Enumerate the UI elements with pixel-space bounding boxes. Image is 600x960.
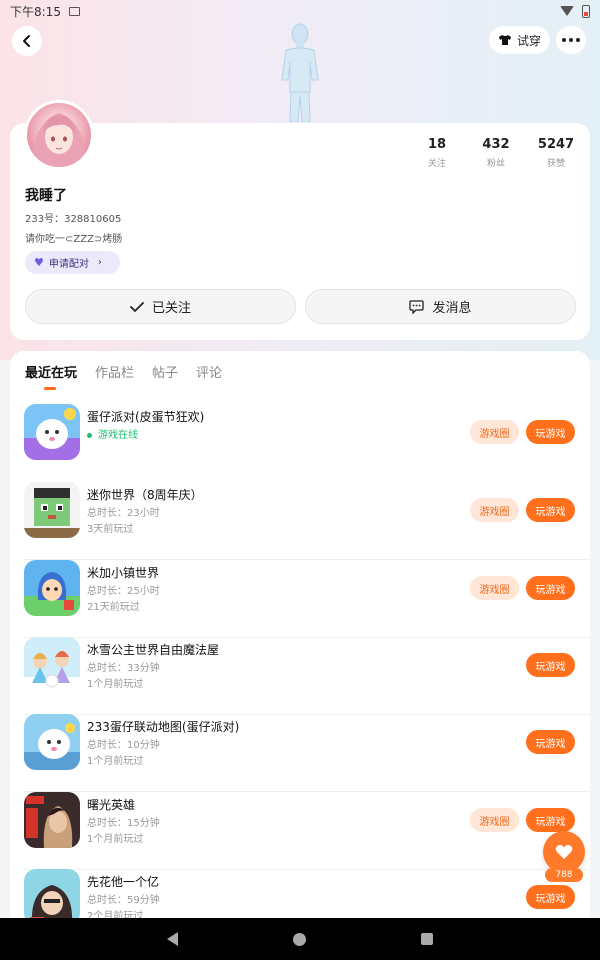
try-on-button[interactable]: 试穿 [489, 26, 550, 54]
stat-followers-value: 432 [482, 137, 510, 152]
tab-posts[interactable]: 帖子 [152, 362, 178, 381]
user-bio: 请你吃一⊂ZZZ⊃烤肠 [25, 234, 123, 245]
game-online-status: 游戏在线 [87, 426, 138, 441]
nav-recents-icon[interactable] [420, 933, 433, 945]
game-title: 蛋仔派对(皮蛋节狂欢) [87, 410, 205, 424]
status-bar: 下午8:15 [0, 0, 600, 22]
game-playtime: 总时长：59分钟 [87, 895, 160, 906]
game-row[interactable]: 曙光英雄 总时长：15分钟 1个月前玩过 游戏圈 玩游戏 [10, 792, 590, 870]
game-circle-button[interactable]: 游戏圈 [470, 808, 519, 832]
battery-icon [582, 4, 590, 18]
game-row[interactable]: 233蛋仔联动地图(蛋仔派对) 总时长：10分钟 1个月前玩过 玩游戏 [10, 714, 590, 792]
stat-following-label: 关注 [427, 159, 446, 169]
user-avatar[interactable] [24, 100, 94, 170]
play-game-button[interactable]: 玩游戏 [526, 420, 575, 444]
avatar-figure-image [281, 23, 319, 122]
more-options-button[interactable] [556, 26, 586, 54]
pair-request-chip[interactable]: ♥ 申请配对 › [25, 251, 120, 274]
game-row[interactable]: 米加小镇世界 总时长：25小时 21天前玩过 游戏圈 玩游戏 [10, 560, 590, 638]
wifi-icon [560, 6, 574, 16]
play-game-button[interactable]: 玩游戏 [526, 576, 575, 600]
more-dot [576, 38, 580, 42]
game-title: 冰雪公主世界自由魔法屋 [87, 643, 220, 657]
game-circle-button[interactable]: 游戏圈 [470, 498, 519, 522]
game-icon-mini-world [24, 482, 80, 538]
game-icon-miga-town [24, 560, 80, 616]
game-title: 233蛋仔联动地图(蛋仔派对) [87, 720, 240, 734]
pair-request-label: 申请配对 [48, 259, 89, 270]
following-button[interactable]: 已关注 [25, 289, 296, 324]
more-dot [569, 38, 573, 42]
nav-home-icon[interactable] [292, 932, 306, 946]
play-game-button[interactable]: 玩游戏 [526, 808, 575, 832]
game-title: 米加小镇世界 [87, 566, 160, 580]
like-float-button[interactable] [543, 831, 585, 873]
game-icon-dawn-heroes [24, 792, 80, 848]
content-tabs: 最近在玩 作品栏 帖子 评论 [25, 362, 222, 381]
send-message-label: 发消息 [432, 301, 472, 316]
tab-comments[interactable]: 评论 [196, 362, 222, 381]
game-row[interactable]: 冰雪公主世界自由魔法屋 总时长：33分钟 1个月前玩过 玩游戏 [10, 637, 590, 715]
stat-likes[interactable]: 5247 获赞 [526, 137, 586, 169]
avatar-image [32, 113, 86, 167]
game-playtime: 总时长：15分钟 [87, 818, 160, 829]
status-time: 下午8:15 [10, 4, 61, 19]
game-title: 曙光英雄 [87, 798, 136, 812]
user-nickname: 我睡了 [25, 188, 67, 204]
game-last-played: 1个月前玩过 [87, 834, 144, 845]
game-circle-button[interactable]: 游戏圈 [470, 576, 519, 600]
game-last-played: 21天前玩过 [87, 602, 140, 613]
play-game-button[interactable]: 玩游戏 [526, 653, 575, 677]
nav-back-icon[interactable] [167, 932, 179, 946]
active-tab-indicator [44, 387, 56, 390]
game-icon-ice-princess [24, 637, 80, 693]
game-circle-button[interactable]: 游戏圈 [470, 420, 519, 444]
chat-bubble-icon [409, 299, 425, 314]
game-playtime: 总时长：25小时 [87, 586, 160, 597]
chevron-right-icon: › [97, 257, 102, 268]
heart-icon [555, 845, 573, 859]
stat-likes-value: 5247 [537, 137, 575, 152]
more-dot [562, 38, 566, 42]
stat-followers[interactable]: 432 粉丝 [466, 137, 526, 169]
game-row[interactable]: 迷你世界（8周年庆） 总时长：23小时 3天前玩过 游戏圈 玩游戏 [10, 482, 590, 560]
play-game-button[interactable]: 玩游戏 [526, 885, 575, 909]
game-last-played: 3天前玩过 [87, 524, 134, 535]
try-on-label: 试穿 [516, 33, 541, 48]
play-game-button[interactable]: 玩游戏 [526, 730, 575, 754]
shirt-icon [498, 35, 511, 45]
game-playtime: 总时长：33分钟 [87, 663, 160, 674]
tab-recent-games[interactable]: 最近在玩 [25, 362, 77, 381]
user-id: 233号：328810605 [25, 214, 122, 225]
image-notification-icon [68, 6, 80, 16]
like-count-badge: 788 [545, 868, 583, 882]
stat-followers-label: 粉丝 [486, 159, 505, 169]
back-button[interactable] [12, 26, 42, 56]
game-title: 迷你世界（8周年庆） [87, 488, 203, 502]
game-icon-eggy-collab [24, 714, 80, 770]
chevron-left-icon [23, 35, 30, 47]
checkmark-icon [130, 301, 144, 312]
game-icon-spend-a-billion [24, 869, 80, 925]
heart-icon: ♥ [34, 256, 44, 269]
stat-likes-label: 获赞 [546, 159, 565, 169]
system-nav-bar [0, 918, 600, 960]
following-label: 已关注 [151, 301, 191, 316]
game-playtime: 总时长：10分钟 [87, 740, 160, 751]
game-last-played: 1个月前玩过 [87, 756, 144, 767]
game-title: 先花他一个亿 [87, 875, 160, 889]
stat-following-value: 18 [427, 137, 447, 152]
tab-works[interactable]: 作品栏 [95, 362, 134, 381]
game-row[interactable]: 蛋仔派对(皮蛋节狂欢) 游戏在线 游戏圈 玩游戏 [10, 404, 590, 482]
send-message-button[interactable]: 发消息 [305, 289, 576, 324]
play-game-button[interactable]: 玩游戏 [526, 498, 575, 522]
stat-following[interactable]: 18 关注 [407, 137, 467, 169]
game-playtime: 总时长：23小时 [87, 508, 160, 519]
game-last-played: 1个月前玩过 [87, 679, 144, 690]
game-icon-eggy-party [24, 404, 80, 460]
